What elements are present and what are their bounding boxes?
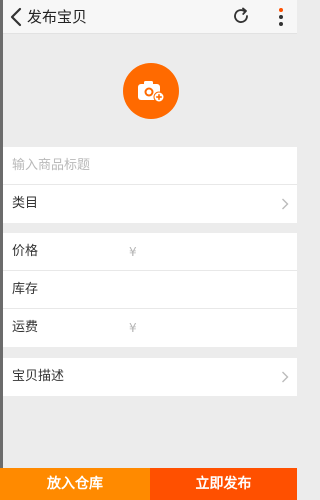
price-stock-group: 价格 ¥ 库存 运费 ¥ [3,233,297,347]
chevron-right-icon [282,371,289,383]
shipping-input[interactable]: ¥ [129,309,137,347]
stock-row[interactable]: 库存 [3,271,297,309]
more-vertical-icon[interactable] [269,4,293,30]
shipping-row[interactable]: 运费 ¥ [3,309,297,347]
page-title: 发布宝贝 [27,8,88,26]
chevron-right-icon [282,198,289,210]
description-group: 宝贝描述 [3,358,297,396]
save-to-store-button[interactable]: 放入仓库 [0,468,150,500]
publish-now-button[interactable]: 立即发布 [150,468,297,500]
title-input[interactable]: 输入商品标题 [12,147,90,185]
add-photo-button[interactable] [123,63,179,119]
description-label: 宝贝描述 [12,369,65,384]
stock-label: 库存 [12,282,39,297]
price-row[interactable]: 价格 ¥ [3,233,297,271]
category-label: 类目 [12,196,39,211]
basic-info-group: 输入商品标题 类目 [3,147,297,223]
shipping-label: 运费 [12,320,39,335]
bottom-action-bar: 放入仓库 立即发布 [0,468,297,500]
price-input[interactable]: ¥ [129,233,137,271]
add-photo-camera-icon [138,81,165,103]
category-row[interactable]: 类目 [3,185,297,223]
description-row[interactable]: 宝贝描述 [3,358,297,396]
price-label: 价格 [12,244,39,259]
top-bar: 发布宝贝 [3,0,297,34]
chevron-left-icon[interactable] [9,7,23,27]
photo-area [3,35,297,147]
title-input-row[interactable]: 输入商品标题 [3,147,297,185]
refresh-icon[interactable] [231,6,251,26]
